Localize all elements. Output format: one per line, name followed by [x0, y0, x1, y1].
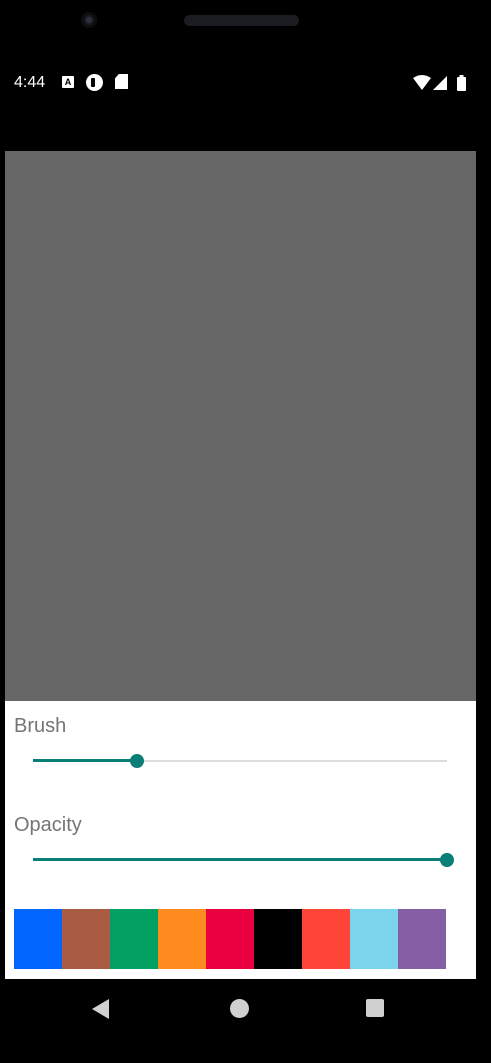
wifi-icon — [413, 75, 431, 90]
paint-app: Brush Opacity — [5, 151, 476, 979]
slider-fill — [33, 759, 137, 762]
home-icon[interactable] — [230, 999, 249, 1018]
color-swatch[interactable] — [350, 909, 398, 969]
recents-icon[interactable] — [366, 999, 384, 1017]
navigation-bar — [0, 979, 491, 1063]
opacity-slider[interactable] — [33, 850, 454, 870]
brush-size-slider[interactable] — [33, 751, 447, 771]
color-swatch[interactable] — [206, 909, 254, 969]
a-badge-icon: A — [62, 76, 74, 88]
color-swatch[interactable] — [14, 909, 62, 969]
slider-thumb[interactable] — [440, 853, 454, 867]
circle-p-icon — [86, 74, 103, 91]
color-swatch[interactable] — [254, 909, 302, 969]
back-icon[interactable] — [92, 999, 109, 1019]
signal-icon — [433, 76, 447, 90]
front-camera — [81, 12, 97, 28]
status-time: 4:44 — [14, 74, 46, 91]
brush-label: Brush — [14, 715, 67, 737]
earpiece-speaker — [184, 15, 299, 26]
color-swatch[interactable] — [110, 909, 158, 969]
color-swatch[interactable] — [62, 909, 110, 969]
opacity-label: Opacity — [14, 814, 82, 836]
slider-fill — [33, 858, 447, 861]
drawing-canvas[interactable] — [5, 151, 476, 701]
color-swatch[interactable] — [158, 909, 206, 969]
color-swatch[interactable] — [398, 909, 446, 969]
sd-card-icon — [115, 74, 128, 89]
status-bar: 4:44 A — [0, 66, 491, 100]
color-palette — [14, 909, 446, 969]
battery-icon — [457, 77, 466, 91]
slider-thumb[interactable] — [129, 754, 144, 768]
color-swatch[interactable] — [302, 909, 350, 969]
status-right-icons — [413, 75, 466, 91]
